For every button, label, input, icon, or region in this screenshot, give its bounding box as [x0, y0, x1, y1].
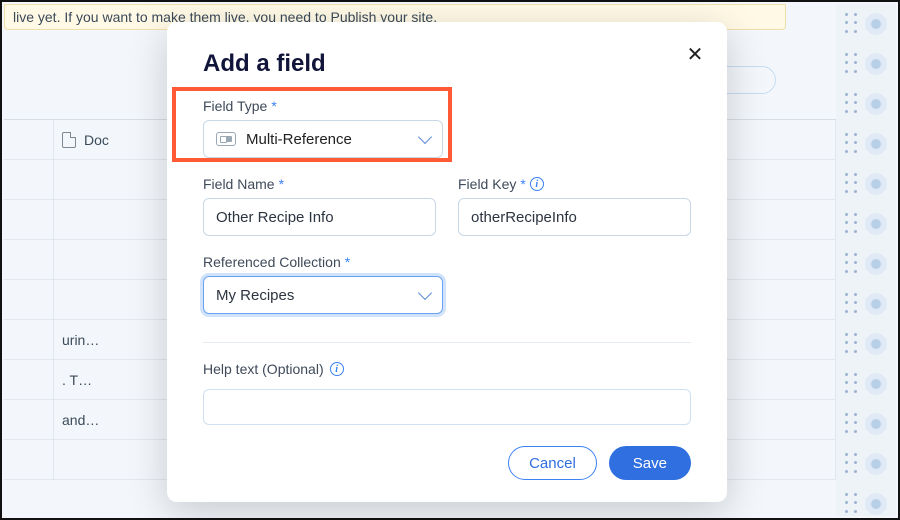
modal-title: Add a field — [203, 50, 691, 78]
drag-handle-icon[interactable] — [845, 493, 859, 515]
field-type-value: Multi-Reference — [246, 131, 352, 148]
row-action-button[interactable] — [865, 293, 887, 315]
drag-handle-icon[interactable] — [845, 93, 859, 115]
multi-reference-icon — [216, 132, 236, 146]
drag-handle-icon[interactable] — [845, 53, 859, 75]
drag-handle-icon[interactable] — [845, 333, 859, 355]
referenced-collection-value: My Recipes — [216, 287, 294, 304]
chevron-down-icon — [418, 130, 432, 144]
referenced-collection-label: Referenced Collection * — [203, 254, 691, 270]
row-action-button[interactable] — [865, 133, 887, 155]
col-doc-label: Doc — [84, 132, 109, 148]
drag-handle-icon[interactable] — [845, 213, 859, 235]
row-action-button[interactable] — [865, 13, 887, 35]
drag-handle-icon[interactable] — [845, 413, 859, 435]
row-action-button[interactable] — [865, 333, 887, 355]
drag-handle-icon[interactable] — [845, 133, 859, 155]
save-button[interactable]: Save — [609, 446, 691, 480]
drag-handle-icon[interactable] — [845, 453, 859, 475]
field-key-input[interactable] — [458, 198, 691, 236]
close-icon[interactable]: ✕ — [683, 42, 707, 66]
section-divider — [203, 342, 691, 343]
field-name-input[interactable] — [203, 198, 436, 236]
help-text-label: Help text (Optional) — [203, 361, 691, 377]
drag-handle-icon[interactable] — [845, 373, 859, 395]
required-marker: * — [345, 254, 350, 270]
row-action-button[interactable] — [865, 253, 887, 275]
add-field-modal: ✕ Add a field Field Type * Multi-Referen… — [167, 22, 727, 502]
info-icon[interactable] — [530, 177, 544, 191]
required-marker: * — [279, 176, 284, 192]
row-action-button[interactable] — [865, 93, 887, 115]
info-icon[interactable] — [330, 362, 344, 376]
row-action-button[interactable] — [865, 53, 887, 75]
row-action-button[interactable] — [865, 453, 887, 475]
row-action-button[interactable] — [865, 493, 887, 515]
drag-handle-icon[interactable] — [845, 253, 859, 275]
drag-handle-icon[interactable] — [845, 13, 859, 35]
cancel-button[interactable]: Cancel — [508, 446, 597, 480]
document-icon — [62, 132, 76, 148]
field-type-select[interactable]: Multi-Reference — [203, 120, 443, 158]
row-action-button[interactable] — [865, 413, 887, 435]
col-blank — [4, 120, 54, 159]
required-marker: * — [271, 98, 276, 114]
help-text-input[interactable] — [203, 389, 691, 425]
drag-handle-icon[interactable] — [845, 173, 859, 195]
field-key-label: Field Key * — [458, 176, 691, 192]
field-type-label: Field Type * — [203, 98, 691, 114]
chevron-down-icon — [418, 286, 432, 300]
row-action-button[interactable] — [865, 373, 887, 395]
field-name-label: Field Name * — [203, 176, 436, 192]
required-marker: * — [520, 176, 525, 192]
row-action-button[interactable] — [865, 173, 887, 195]
referenced-collection-select[interactable]: My Recipes — [203, 276, 443, 314]
drag-handle-icon[interactable] — [845, 293, 859, 315]
right-gutter — [836, 4, 896, 516]
row-action-button[interactable] — [865, 213, 887, 235]
